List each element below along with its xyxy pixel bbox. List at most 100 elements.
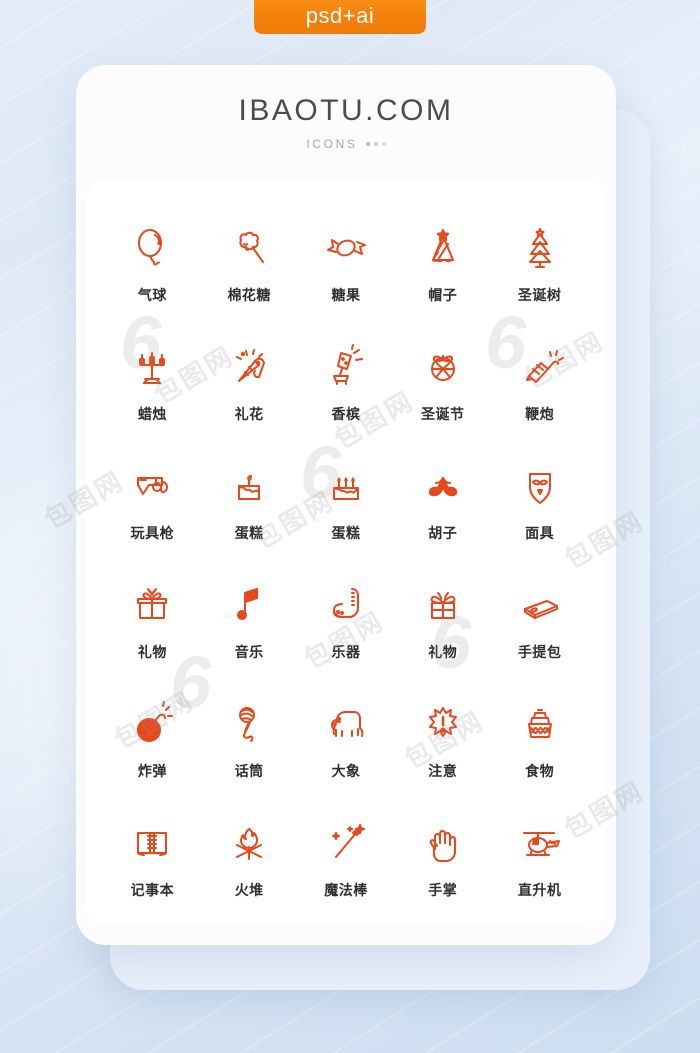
icon-cell[interactable]: 香槟	[298, 321, 395, 440]
icon-cell[interactable]: 蛋糕	[298, 440, 395, 559]
icon-label: 炸弹	[137, 762, 167, 779]
christmas-tree-icon[interactable]	[512, 220, 568, 276]
icon-label: 蛋糕	[331, 525, 361, 542]
icon-cell[interactable]: 火堆	[201, 796, 298, 915]
icon-cell[interactable]: 气球	[104, 202, 201, 321]
icon-label: 音乐	[234, 643, 264, 660]
icon-label: 香槟	[331, 406, 361, 423]
bomb-icon[interactable]	[124, 696, 180, 752]
icon-cell[interactable]: 礼花	[201, 321, 298, 440]
mask-icon[interactable]	[512, 458, 568, 514]
saxophone-icon[interactable]	[318, 577, 374, 633]
icon-grid: 气球 棉花糖 糖果 帽子 圣诞树蜡烛 礼花 香槟 圣诞节 鞭炮玩具枪 蛋糕 蛋糕 胡子 面具礼物 音乐 乐器…	[104, 202, 588, 915]
music-note-icon[interactable]	[221, 577, 277, 633]
card-header: IBAOTU.COM ICONS	[76, 65, 616, 180]
icon-cell[interactable]: 记事本	[104, 796, 201, 915]
icon-panel: 气球 棉花糖 糖果 帽子 圣诞树蜡烛 礼花 香槟 圣诞节 鞭炮玩具枪 蛋糕 蛋糕 胡子 面具礼物 音乐 乐器…	[86, 180, 606, 925]
icon-label: 蜡烛	[137, 406, 167, 423]
subtitle-row: ICONS	[306, 137, 386, 151]
page-subtitle: ICONS	[306, 137, 358, 151]
icon-label: 帽子	[428, 287, 458, 304]
icon-label: 胡子	[428, 525, 458, 542]
icon-cell[interactable]: 礼物	[394, 559, 491, 678]
icon-label: 糖果	[331, 287, 361, 304]
handbag-icon[interactable]	[512, 577, 568, 633]
icon-cell[interactable]: 直升机	[491, 796, 588, 915]
helicopter-icon[interactable]	[512, 815, 568, 871]
icon-cell[interactable]: 面具	[491, 440, 588, 559]
icon-cell[interactable]: 棉花糖	[201, 202, 298, 321]
attention-icon[interactable]	[415, 696, 471, 752]
icon-cell[interactable]: 食物	[491, 677, 588, 796]
icon-cell[interactable]: 音乐	[201, 559, 298, 678]
psd-ai-badge: psd+ai	[254, 0, 426, 34]
icon-label: 气球	[137, 287, 167, 304]
icon-label: 礼物	[428, 643, 458, 660]
notebook-icon[interactable]	[124, 815, 180, 871]
gift-box-icon[interactable]	[124, 577, 180, 633]
cake-icon[interactable]	[221, 458, 277, 514]
balloon-icon[interactable]	[124, 220, 180, 276]
icon-cell[interactable]: 糖果	[298, 202, 395, 321]
icon-cell[interactable]: 帽子	[394, 202, 491, 321]
dots-icon	[365, 142, 386, 146]
icon-cell[interactable]: 鞭炮	[491, 321, 588, 440]
bonfire-icon[interactable]	[221, 815, 277, 871]
icon-set-card: IBAOTU.COM ICONS 气球 棉花糖 糖果 帽子 圣诞树蜡烛 礼花 香槟 圣诞节 鞭炮…	[76, 65, 616, 945]
birthday-cake-icon[interactable]	[318, 458, 374, 514]
firecracker-icon[interactable]	[512, 339, 568, 395]
icon-cell[interactable]: 圣诞树	[491, 202, 588, 321]
icon-label: 魔法棒	[324, 881, 368, 898]
icon-label: 鞭炮	[525, 406, 555, 423]
icon-label: 注意	[428, 762, 458, 779]
icon-cell[interactable]: 大象	[298, 677, 395, 796]
christmas-wreath-icon[interactable]	[415, 339, 471, 395]
icon-cell[interactable]: 礼物	[104, 559, 201, 678]
icon-label: 玩具枪	[130, 525, 175, 542]
toy-gun-icon[interactable]	[124, 458, 180, 514]
icon-label: 圣诞节	[421, 406, 465, 423]
icon-label: 手掌	[428, 881, 458, 898]
icon-label: 礼物	[137, 643, 167, 660]
candy-icon[interactable]	[318, 220, 374, 276]
icon-label: 棉花糖	[227, 287, 271, 304]
icon-label: 礼花	[234, 406, 264, 423]
icon-label: 记事本	[130, 881, 175, 898]
food-basket-icon[interactable]	[512, 696, 568, 752]
icon-label: 话筒	[234, 762, 264, 779]
icon-label: 食物	[525, 762, 555, 779]
icon-cell[interactable]: 蜡烛	[104, 321, 201, 440]
icon-cell[interactable]: 手掌	[394, 796, 491, 915]
icon-cell[interactable]: 蛋糕	[201, 440, 298, 559]
magic-wand-icon[interactable]	[318, 815, 374, 871]
cotton-candy-icon[interactable]	[221, 220, 277, 276]
mustache-icon[interactable]	[415, 458, 471, 514]
icon-label: 大象	[331, 762, 361, 779]
party-hat-icon[interactable]	[415, 220, 471, 276]
psd-ai-badge-label: psd+ai	[305, 3, 375, 28]
icon-cell[interactable]: 注意	[394, 677, 491, 796]
icon-cell[interactable]: 乐器	[298, 559, 395, 678]
icon-label: 面具	[525, 525, 555, 542]
candelabra-icon[interactable]	[124, 339, 180, 395]
elephant-icon[interactable]	[318, 696, 374, 752]
icon-label: 手提包	[517, 643, 562, 660]
icon-cell[interactable]: 话筒	[201, 677, 298, 796]
icon-label: 直升机	[517, 881, 562, 898]
champagne-icon[interactable]	[318, 339, 374, 395]
icon-label: 火堆	[234, 881, 264, 898]
icon-cell[interactable]: 魔法棒	[298, 796, 395, 915]
microphone-icon[interactable]	[221, 696, 277, 752]
icon-cell[interactable]: 炸弹	[104, 677, 201, 796]
icon-cell[interactable]: 圣诞节	[394, 321, 491, 440]
icon-label: 乐器	[331, 643, 361, 660]
icon-cell[interactable]: 胡子	[394, 440, 491, 559]
icon-cell[interactable]: 玩具枪	[104, 440, 201, 559]
gift-ribbon-icon[interactable]	[415, 577, 471, 633]
icon-label: 圣诞树	[517, 287, 562, 304]
icon-label: 蛋糕	[234, 525, 264, 542]
palm-hand-icon[interactable]	[415, 815, 471, 871]
icon-cell[interactable]: 手提包	[491, 559, 588, 678]
page-title: IBAOTU.COM	[238, 94, 454, 127]
party-popper-icon[interactable]	[221, 339, 277, 395]
